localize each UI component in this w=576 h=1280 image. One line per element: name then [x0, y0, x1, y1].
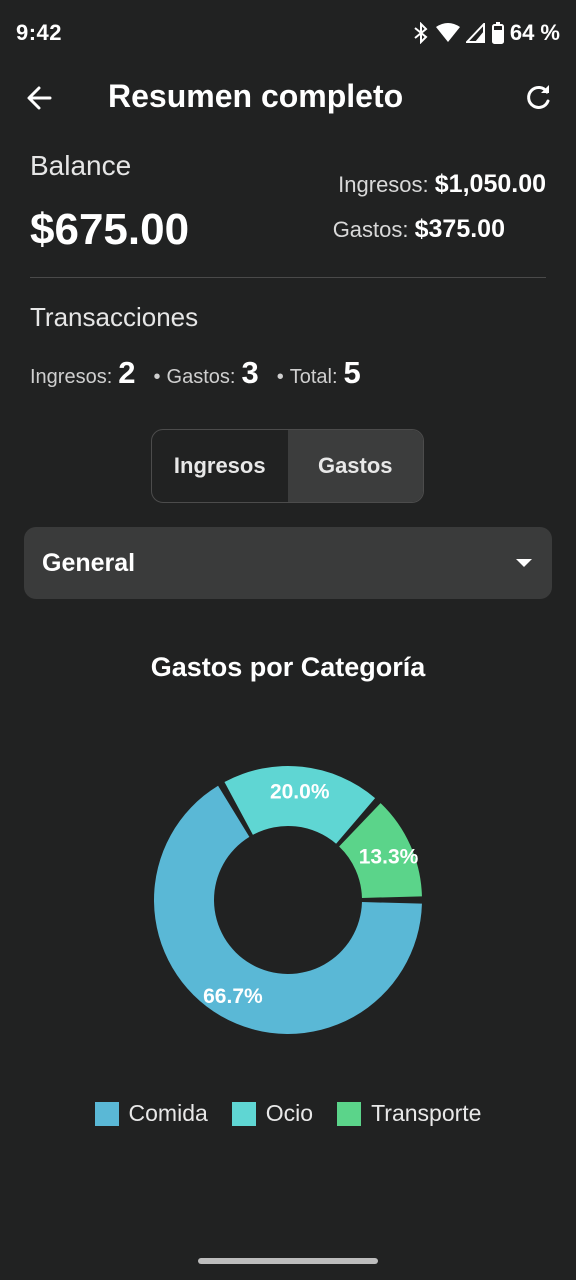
income-summary-value: $1,050.00	[434, 170, 546, 198]
type-toggle: Ingresos Gastos	[151, 429, 424, 503]
status-time: 9:42	[16, 20, 63, 45]
home-indicator[interactable]	[198, 1258, 378, 1264]
balance-value: $675.00	[30, 205, 190, 254]
expense-summary-label: Gastos:	[332, 217, 409, 242]
expense-summary-value: $375.00	[414, 215, 505, 243]
legend-swatch	[337, 1101, 362, 1126]
arrow-back-icon	[27, 86, 52, 110]
chart-slice-ocio[interactable]	[224, 766, 376, 844]
tx-expense-label: Gastos:	[166, 366, 236, 388]
tx-income-label: Ingresos:	[30, 366, 113, 388]
refresh-icon	[527, 85, 550, 109]
income-summary: Ingresos: $1,050.00	[338, 170, 546, 199]
dropdown-selected-value: General	[42, 548, 136, 577]
divider	[30, 277, 546, 278]
battery-icon	[491, 22, 504, 44]
status-icons: 64 %	[412, 20, 560, 46]
legend-swatch	[94, 1101, 119, 1126]
tab-ingresos[interactable]: Ingresos	[152, 430, 288, 502]
tx-total-count: 5	[343, 355, 361, 390]
refresh-button[interactable]	[520, 80, 556, 116]
status-bar: 9:42 64 %	[0, 0, 576, 68]
balance-label: Balance	[30, 150, 132, 181]
expense-summary: Gastos: $375.00	[333, 215, 505, 244]
bullet-separator: •	[153, 366, 161, 388]
transactions-counts: Ingresos: 2 • Gastos: 3 • Total: 5	[30, 355, 361, 391]
chart-data-label: 66.7%	[203, 985, 263, 1008]
battery-percent: 64 %	[509, 20, 560, 45]
tx-expense-count: 3	[241, 355, 259, 390]
wifi-icon	[435, 23, 460, 43]
transactions-title: Transacciones	[30, 302, 199, 332]
legend-label: Ocio	[265, 1100, 314, 1126]
bullet-separator: •	[276, 366, 284, 388]
legend-item-comida: Comida	[94, 1100, 208, 1127]
app-bar: Resumen completo	[0, 68, 576, 128]
chart-data-label: 13.3%	[359, 845, 419, 868]
tx-income-count: 2	[118, 355, 136, 390]
donut-chart: 66.7% 20.0% 13.3%	[154, 766, 422, 1034]
tab-gastos[interactable]: Gastos	[287, 430, 423, 502]
category-filter-dropdown[interactable]: General	[24, 527, 552, 599]
dropdown-arrow-icon	[516, 559, 532, 567]
chart-data-label: 20.0%	[270, 781, 330, 804]
bluetooth-icon	[412, 22, 430, 44]
signal-icon	[465, 23, 486, 43]
back-button[interactable]	[22, 80, 58, 116]
legend-swatch	[231, 1101, 256, 1126]
chart-legend: Comida Ocio Transporte	[0, 1100, 576, 1127]
legend-label: Comida	[128, 1100, 208, 1126]
legend-item-ocio: Ocio	[231, 1100, 314, 1127]
tx-total-label: Total:	[289, 366, 338, 388]
page-title: Resumen completo	[108, 78, 404, 114]
legend-label: Transporte	[371, 1100, 482, 1126]
legend-item-transporte: Transporte	[337, 1100, 481, 1127]
chart-title: Gastos por Categoría	[150, 652, 426, 682]
income-summary-label: Ingresos:	[338, 172, 429, 197]
